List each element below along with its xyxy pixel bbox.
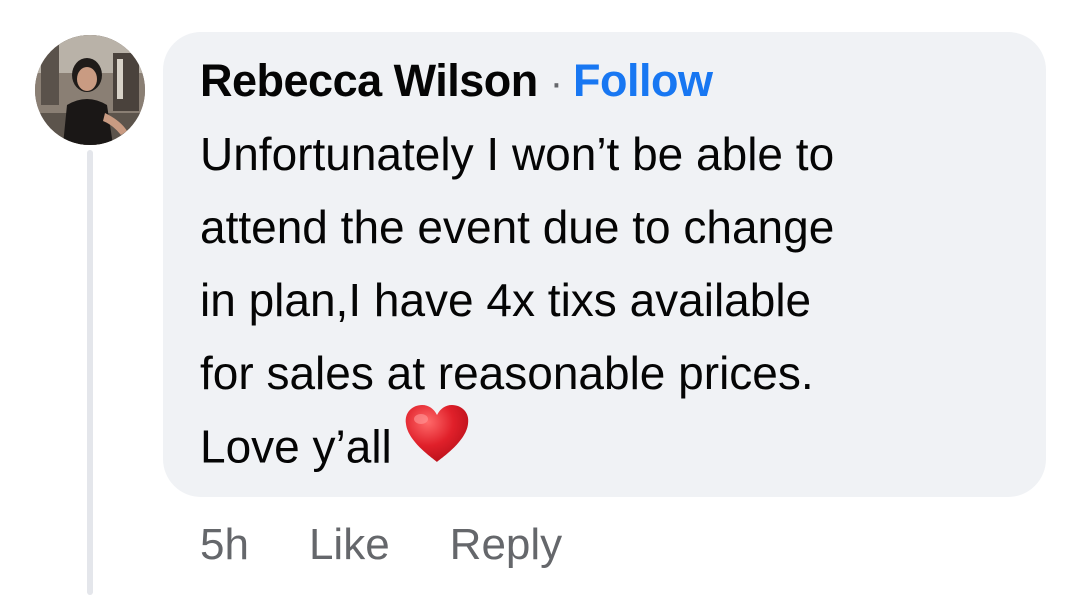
like-button[interactable]: Like — [309, 520, 390, 570]
comment-line: attend the event due to change — [200, 201, 835, 253]
comment-line: Unfortunately I won’t be able to — [200, 128, 835, 180]
follow-button[interactable]: Follow — [573, 52, 713, 110]
reply-button[interactable]: Reply — [450, 520, 563, 570]
separator-dot: · — [549, 61, 564, 105]
comment-thread: Rebecca Wilson · Follow Unfortunately I … — [0, 0, 1066, 595]
comment-line: for sales at reasonable prices. — [200, 347, 814, 399]
author-name[interactable]: Rebecca Wilson — [200, 52, 538, 110]
thread-line — [87, 150, 93, 595]
avatar[interactable] — [35, 35, 145, 145]
timestamp[interactable]: 5h — [200, 520, 249, 570]
red-heart-icon — [404, 404, 470, 485]
comment-header: Rebecca Wilson · Follow — [200, 52, 1016, 110]
comment-line-last: Love y’all — [200, 405, 1020, 491]
comment-line-text: Love y’all — [200, 420, 392, 473]
profile-photo — [35, 35, 145, 145]
comment-actions: 5h Like Reply — [200, 515, 562, 575]
comment-bubble: Rebecca Wilson · Follow Unfortunately I … — [163, 32, 1046, 497]
comment-line: in plan,I have 4x tixs available — [200, 274, 812, 326]
comment-text: Unfortunately I won’t be able to attend … — [200, 118, 1020, 491]
